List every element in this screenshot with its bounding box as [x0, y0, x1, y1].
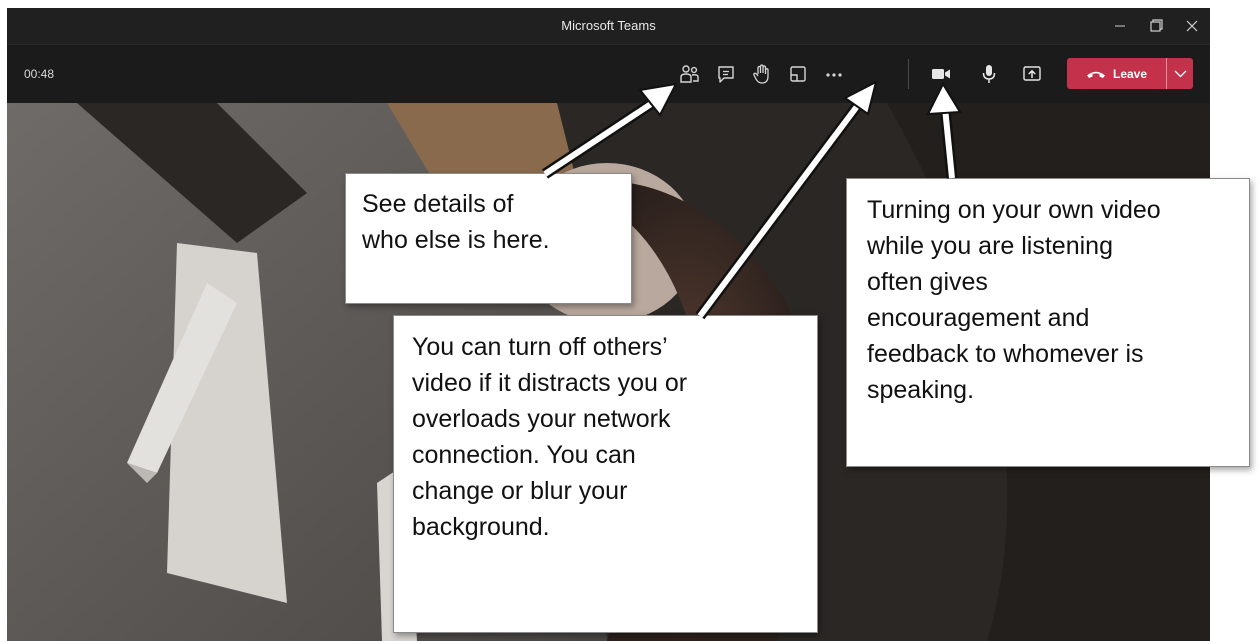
callout-line: speaking. — [867, 376, 975, 404]
leave-options-chevron-down-icon[interactable] — [1166, 58, 1193, 89]
leave-button[interactable]: Leave — [1067, 58, 1165, 89]
camera-icon[interactable] — [929, 62, 953, 86]
leave-button-group: Leave — [1067, 58, 1193, 89]
more-options-icon[interactable] — [822, 62, 846, 86]
chat-icon[interactable] — [714, 62, 738, 86]
close-icon[interactable] — [1177, 14, 1207, 38]
camera-callout: Turning on your own video while you are … — [846, 178, 1250, 467]
callout-line: background. — [412, 513, 550, 541]
callout-line: while you are listening — [867, 232, 1113, 260]
callout-line: connection. You can — [412, 441, 636, 469]
callout-line: See details of — [362, 190, 514, 218]
callout-line: who else is here. — [362, 226, 550, 254]
participants-callout: See details of who else is here. — [345, 173, 632, 304]
breakout-icon[interactable] — [786, 62, 810, 86]
toolbar-divider — [908, 59, 909, 89]
callout-line: often gives — [867, 268, 988, 296]
hang-up-icon — [1087, 71, 1105, 78]
callout-line: Turning on your own video — [867, 196, 1161, 224]
microphone-icon[interactable] — [977, 62, 1001, 86]
restore-icon[interactable] — [1141, 14, 1171, 38]
title-bar: Microsoft Teams — [7, 8, 1210, 45]
callout-line: You can turn off others’ — [412, 333, 668, 361]
call-timer: 00:48 — [24, 67, 55, 81]
participants-icon[interactable] — [678, 62, 702, 86]
more-options-callout: You can turn off others’ video if it dis… — [393, 315, 818, 633]
callout-line: overloads your network — [412, 405, 671, 433]
window-title: Microsoft Teams — [561, 18, 656, 33]
callout-line: encouragement and — [867, 304, 1090, 332]
share-screen-icon[interactable] — [1020, 62, 1044, 86]
leave-label: Leave — [1113, 67, 1148, 81]
meeting-toolbar: 00:48 Leave — [7, 45, 1210, 103]
callout-line: change or blur your — [412, 477, 628, 505]
raise-hand-icon[interactable] — [750, 62, 774, 86]
callout-line: video if it distracts you or — [412, 369, 688, 397]
callout-line: feedback to whomever is — [867, 340, 1144, 368]
minimize-icon[interactable] — [1105, 14, 1135, 38]
